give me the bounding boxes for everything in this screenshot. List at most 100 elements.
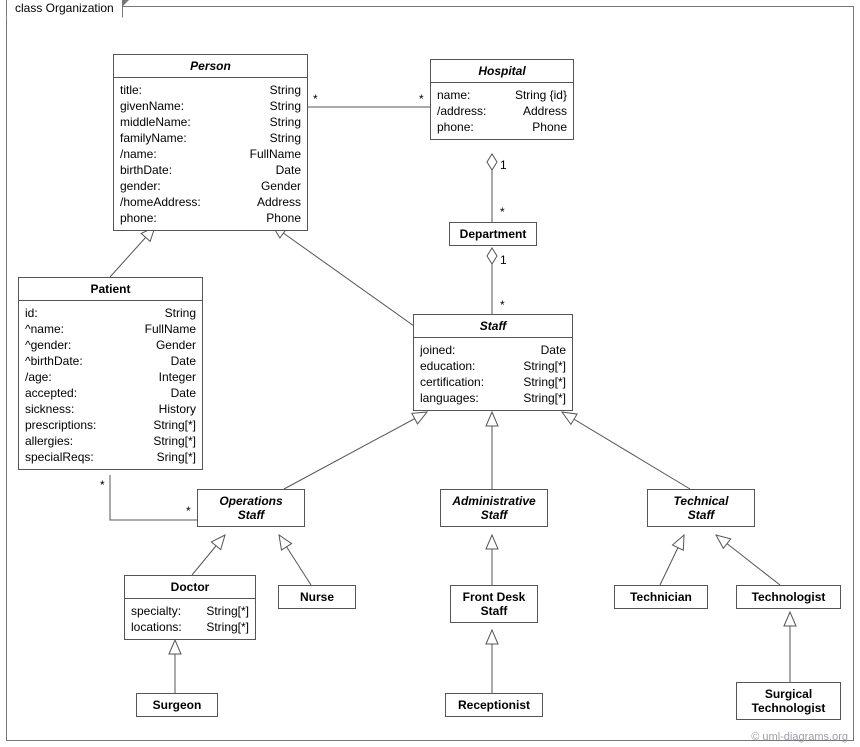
attr-row: certification: String[*] (420, 374, 566, 390)
attr-name: gender: (120, 178, 161, 194)
attr-row: ^birthDate: Date (25, 353, 196, 369)
class-nurse: Nurse (278, 585, 356, 609)
class-attrs-person: title:StringgivenName:StringmiddleName:S… (114, 78, 307, 230)
attr-row: name:String {id} (437, 87, 567, 103)
class-attrs-staff: joined:Dateeducation:String[*]certificat… (414, 338, 572, 410)
attr-row: /address: Address (437, 103, 567, 119)
attr-row: id:String (25, 305, 196, 321)
attr-name: ^birthDate: (25, 353, 83, 369)
attr-name: name: (437, 87, 470, 103)
attr-type: Date (171, 353, 196, 369)
class-title: Receptionist (446, 694, 542, 716)
class-department: Department (449, 222, 537, 246)
attr-row: specialReqs:Sring[*] (25, 449, 196, 465)
attr-type: String[*] (153, 417, 196, 433)
class-title: Surgical Technologist (737, 683, 840, 719)
class-doctor: Doctor specialty:String[*]locations: Stri… (124, 575, 256, 640)
attr-type: Sring[*] (157, 449, 196, 465)
class-title: Doctor (125, 576, 255, 599)
attr-type: Date (171, 385, 196, 401)
attr-name: /address: (437, 103, 486, 119)
class-administrative-staff: Administrative Staff (440, 489, 548, 527)
attr-name: accepted: (25, 385, 77, 401)
attr-row: specialty:String[*] (131, 603, 249, 619)
class-patient: Patient id:String^name:FullName^gender:G… (18, 277, 203, 470)
attr-type: String[*] (523, 358, 566, 374)
class-technician: Technician (614, 585, 708, 609)
attr-type: Date (541, 342, 566, 358)
attr-row: title:String (120, 82, 301, 98)
attr-type: Gender (156, 337, 196, 353)
attr-type: FullName (250, 146, 301, 162)
class-title: Surgeon (137, 694, 217, 716)
attr-row: locations: String[*] (131, 619, 249, 635)
class-hospital: Hospital name:String {id}/address: Addres… (430, 59, 574, 140)
attr-row: education: String[*] (420, 358, 566, 374)
attr-name: sickness: (25, 401, 74, 417)
attr-name: allergies: (25, 433, 73, 449)
attr-row: birthDate: Date (120, 162, 301, 178)
attr-name: id: (25, 305, 38, 321)
attr-type: String (270, 82, 301, 98)
class-title: Hospital (431, 60, 573, 83)
tab-corner-icon (122, 0, 130, 7)
class-technologist: Technologist (736, 585, 841, 609)
attr-name: familyName: (120, 130, 187, 146)
attr-name: certification: (420, 374, 484, 390)
class-title: Person (114, 55, 307, 78)
attr-name: education: (420, 358, 475, 374)
attr-name: locations: (131, 619, 182, 635)
class-title: Technologist (737, 586, 840, 608)
attr-row: /homeAddress:Address (120, 194, 301, 210)
attr-name: /age: (25, 369, 52, 385)
mult-person-side: * (313, 92, 318, 106)
watermark: © uml-diagrams.org (751, 731, 848, 743)
class-technical-staff: Technical Staff (647, 489, 755, 527)
attr-type: Date (276, 162, 301, 178)
attr-row: givenName:String (120, 98, 301, 114)
class-front-desk: Front Desk Staff (450, 585, 538, 623)
attr-type: String[*] (153, 433, 196, 449)
attr-row: gender: Gender (120, 178, 301, 194)
attr-row: /age: Integer (25, 369, 196, 385)
class-title: Front Desk Staff (451, 586, 537, 622)
attr-type: History (159, 401, 196, 417)
mult-patient-ops-right: * (186, 504, 191, 518)
package-tab: class Organization (6, 0, 123, 18)
class-title: Administrative Staff (441, 490, 547, 526)
attr-type: Phone (266, 210, 301, 226)
attr-type: String (270, 98, 301, 114)
attr-row: familyName:String (120, 130, 301, 146)
attr-row: accepted: Date (25, 385, 196, 401)
attr-type: String (270, 114, 301, 130)
attr-row: allergies: String[*] (25, 433, 196, 449)
attr-type: String[*] (206, 619, 249, 635)
attr-row: phone: Phone (120, 210, 301, 226)
class-title: Staff (414, 315, 572, 338)
mult-hospital-side: * (419, 92, 424, 106)
mult-dept-staff-bot: * (500, 298, 505, 312)
attr-type: Gender (261, 178, 301, 194)
class-attrs-hospital: name:String {id}/address: Addressphone:Ph… (431, 83, 573, 139)
attr-row: ^name:FullName (25, 321, 196, 337)
attr-type: Integer (159, 369, 196, 385)
attr-row: ^gender:Gender (25, 337, 196, 353)
class-person: Person title:StringgivenName:Stringmiddl… (113, 54, 308, 231)
class-title: Technician (615, 586, 707, 608)
attr-type: FullName (145, 321, 196, 337)
class-title: Department (450, 223, 536, 245)
class-title: Operations Staff (198, 490, 304, 526)
attr-name: /name: (120, 146, 157, 162)
attr-name: phone: (120, 210, 157, 226)
class-attrs-doctor: specialty:String[*]locations: String[*] (125, 599, 255, 639)
class-operations-staff: Operations Staff (197, 489, 305, 527)
mult-dept-staff-top: 1 (500, 253, 507, 267)
attr-row: prescriptions:String[*] (25, 417, 196, 433)
attr-row: languages:String[*] (420, 390, 566, 406)
attr-name: birthDate: (120, 162, 172, 178)
mult-hosp-dept-top: 1 (500, 158, 507, 172)
attr-row: phone:Phone (437, 119, 567, 135)
class-receptionist: Receptionist (445, 693, 543, 717)
attr-type: Address (523, 103, 567, 119)
attr-type: String[*] (523, 374, 566, 390)
